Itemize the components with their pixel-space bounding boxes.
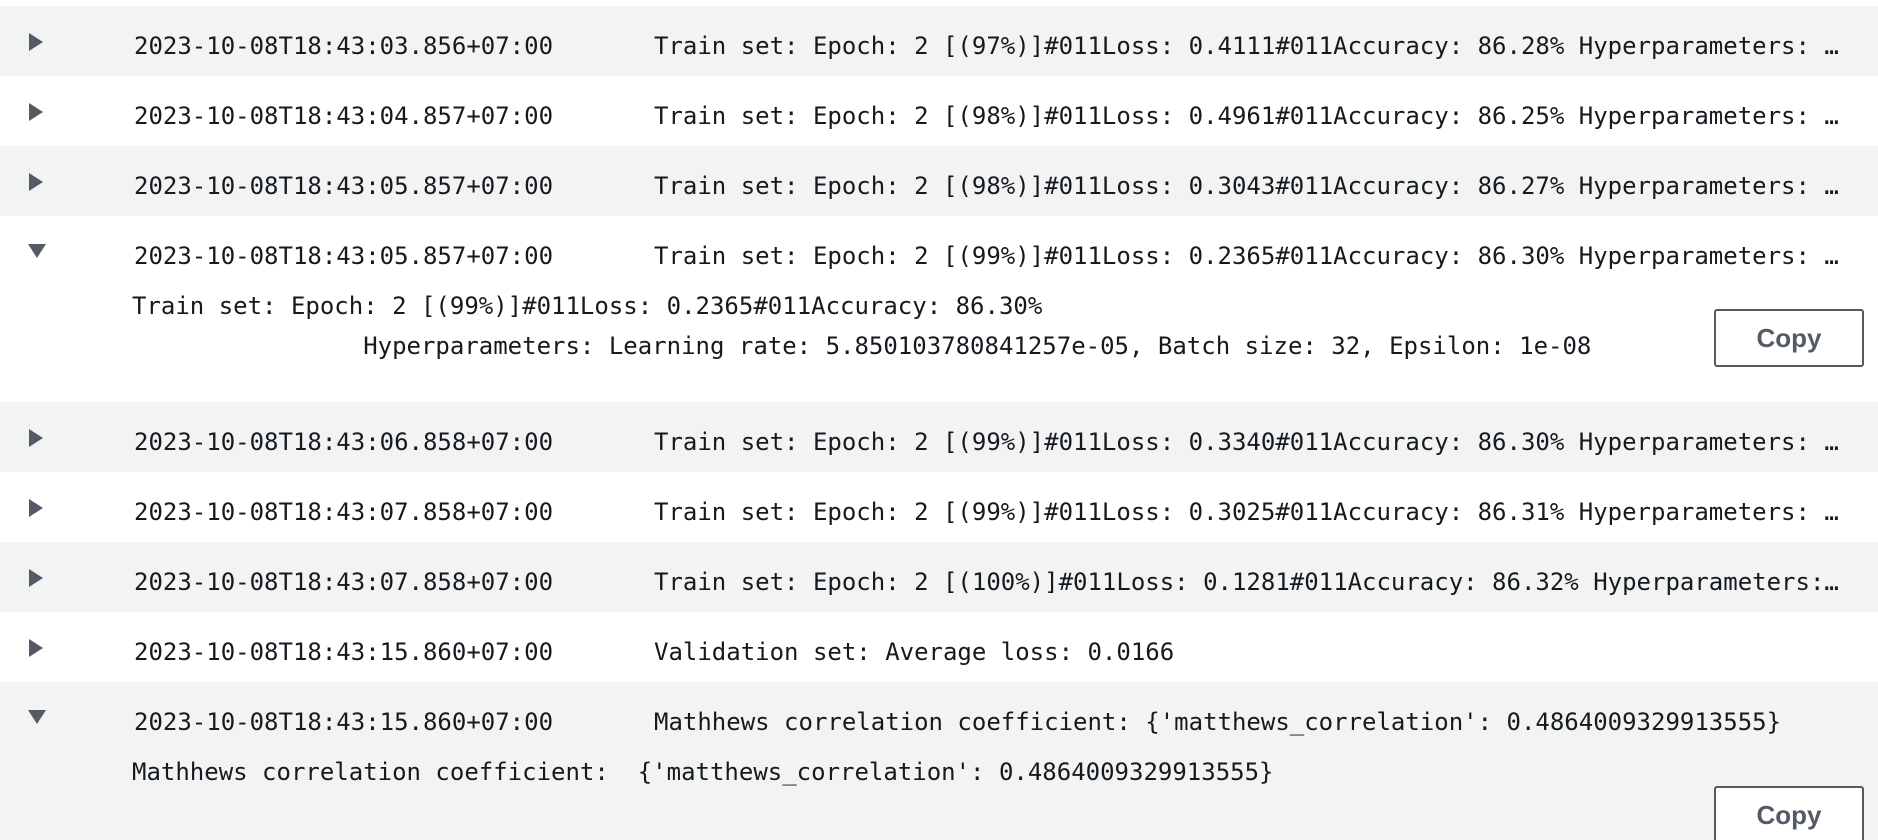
caret-right-icon[interactable] (28, 33, 48, 53)
copy-button[interactable]: Copy (1714, 786, 1864, 840)
log-event-message: Train set: Epoch: 2 [(99%)]#011Loss: 0.3… (654, 428, 1844, 456)
log-event-row[interactable]: 2023-10-08T18:43:05.857+07:00 Train set:… (0, 146, 1878, 216)
log-event-message: Validation set: Average loss: 0.0166 (654, 638, 1175, 666)
log-event-detail: Mathhews correlation coefficient: {'matt… (0, 752, 1878, 840)
log-event-row[interactable]: 2023-10-08T18:43:06.858+07:00 Train set:… (0, 402, 1878, 472)
log-event-row-expanded[interactable]: 2023-10-08T18:43:15.860+07:00 Mathhews c… (0, 682, 1878, 752)
caret-right-icon[interactable] (28, 103, 48, 123)
log-event-row[interactable]: 2023-10-08T18:43:07.858+07:00 Train set:… (0, 542, 1878, 612)
log-event-timestamp: 2023-10-08T18:43:06.858+07:00 (134, 428, 554, 456)
log-event-row[interactable]: 2023-10-08T18:43:07.858+07:00 Train set:… (0, 472, 1878, 542)
log-event-timestamp: 2023-10-08T18:43:05.857+07:00 (134, 172, 554, 200)
log-event-detail: Train set: Epoch: 2 [(99%)]#011Loss: 0.2… (0, 286, 1878, 402)
log-event-timestamp: 2023-10-08T18:43:07.858+07:00 (134, 568, 554, 596)
log-event-message: Train set: Epoch: 2 [(99%)]#011Loss: 0.3… (654, 498, 1844, 526)
log-event-detail-line: Mathhews correlation coefficient: {'matt… (132, 758, 1274, 786)
copy-button[interactable]: Copy (1714, 309, 1864, 367)
caret-right-icon[interactable] (28, 173, 48, 193)
log-event-message: Train set: Epoch: 2 [(98%)]#011Loss: 0.4… (654, 102, 1844, 130)
log-event-row[interactable]: 2023-10-08T18:43:03.856+07:00 Train set:… (0, 6, 1878, 76)
log-events-list: 2023-10-08T18:43:03.856+07:00 Train set:… (0, 6, 1878, 840)
log-event-row[interactable]: 2023-10-08T18:43:15.860+07:00 Validation… (0, 612, 1878, 682)
log-event-timestamp: 2023-10-08T18:43:15.860+07:00 (134, 638, 554, 666)
log-event-timestamp: 2023-10-08T18:43:07.858+07:00 (134, 498, 554, 526)
log-event-detail-line: Hyperparameters: Learning rate: 5.850103… (132, 332, 1592, 360)
caret-right-icon[interactable] (28, 429, 48, 449)
log-event-message: Train set: Epoch: 2 [(98%)]#011Loss: 0.3… (654, 172, 1844, 200)
log-event-message: Train set: Epoch: 2 [(97%)]#011Loss: 0.4… (654, 32, 1844, 60)
log-event-timestamp: 2023-10-08T18:43:03.856+07:00 (134, 32, 554, 60)
log-event-timestamp: 2023-10-08T18:43:05.857+07:00 (134, 242, 554, 270)
caret-right-icon[interactable] (28, 639, 48, 659)
log-event-detail-line: Train set: Epoch: 2 [(99%)]#011Loss: 0.2… (132, 292, 1043, 320)
caret-down-icon[interactable] (28, 243, 48, 263)
log-event-timestamp: 2023-10-08T18:43:15.860+07:00 (134, 708, 554, 736)
caret-right-icon[interactable] (28, 499, 48, 519)
log-event-row-expanded[interactable]: 2023-10-08T18:43:05.857+07:00 Train set:… (0, 216, 1878, 286)
log-event-message: Train set: Epoch: 2 [(99%)]#011Loss: 0.2… (654, 242, 1844, 270)
caret-right-icon[interactable] (28, 569, 48, 589)
caret-down-icon[interactable] (28, 709, 48, 729)
log-event-timestamp: 2023-10-08T18:43:04.857+07:00 (134, 102, 554, 130)
log-event-message: Mathhews correlation coefficient: {'matt… (654, 708, 1782, 736)
log-event-row[interactable]: 2023-10-08T18:43:04.857+07:00 Train set:… (0, 76, 1878, 146)
log-event-message: Train set: Epoch: 2 [(100%)]#011Loss: 0.… (654, 568, 1844, 596)
